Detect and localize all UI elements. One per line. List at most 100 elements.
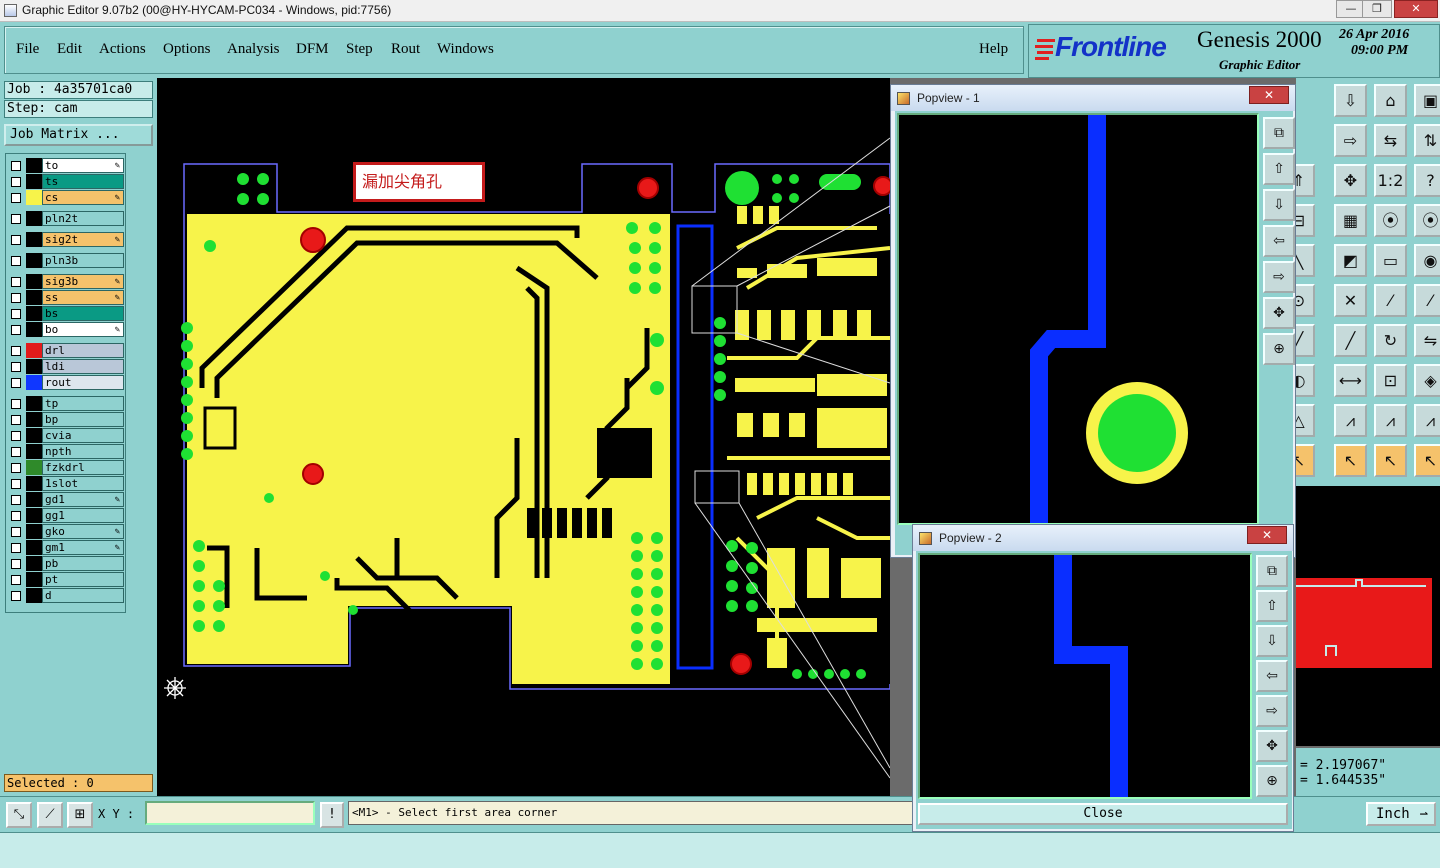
layer-row-ss[interactable]: ss ✎ — [8, 290, 124, 305]
tool-button-16-icon[interactable]: ⦿ — [1414, 204, 1440, 237]
tool-button-40-icon[interactable]: ↖ — [1414, 444, 1440, 477]
tool-button-11-icon[interactable]: 1:2 — [1374, 164, 1407, 197]
layer-checkbox[interactable] — [11, 325, 21, 335]
layer-name[interactable]: pln3b — [42, 253, 124, 268]
layer-row-1slot[interactable]: 1slot — [8, 476, 124, 491]
tool-button-24-icon[interactable]: ⁄ — [1414, 284, 1440, 317]
menu-rout[interactable]: Rout — [391, 41, 420, 58]
close-window-button[interactable]: ✕ — [1394, 0, 1438, 18]
popview-2-fit-icon[interactable]: ⧉ — [1256, 555, 1288, 587]
tool-button-14-icon[interactable]: ▦ — [1334, 204, 1367, 237]
layer-checkbox[interactable] — [11, 511, 21, 521]
layer-checkbox[interactable] — [11, 378, 21, 388]
popview-2-close-button[interactable]: Close — [918, 803, 1288, 825]
layer-name[interactable]: pln2t — [42, 211, 124, 226]
tool-button-19-icon[interactable]: ▭ — [1374, 244, 1407, 277]
popview-1-fit-icon[interactable]: ⧉ — [1263, 117, 1295, 149]
tool-button-8-icon[interactable]: ⇅ — [1414, 124, 1440, 157]
tool-button-30-icon[interactable]: ⟷ — [1334, 364, 1367, 397]
popview-2-viewport[interactable] — [918, 553, 1252, 799]
layer-name[interactable]: drl — [42, 343, 124, 358]
layer-row-gd1[interactable]: gd1 ✎ — [8, 492, 124, 507]
layer-checkbox[interactable] — [11, 256, 21, 266]
tool-button-35-icon[interactable]: ⩘ — [1374, 404, 1407, 437]
layer-name[interactable]: gm1 ✎ — [42, 540, 124, 555]
layer-name[interactable]: gd1 ✎ — [42, 492, 124, 507]
layer-row-tp[interactable]: tp — [8, 396, 124, 411]
tool-button-39-icon[interactable]: ↖ — [1374, 444, 1407, 477]
layer-row-bs[interactable]: bs — [8, 306, 124, 321]
layer-name[interactable]: fzkdrl — [42, 460, 124, 475]
menu-analysis[interactable]: Analysis — [227, 41, 280, 58]
layer-name[interactable]: bo ✎ — [42, 322, 124, 337]
measure-tool-icon[interactable]: ⟋ — [37, 802, 63, 828]
popview-1-close-icon[interactable]: ✕ — [1249, 86, 1289, 104]
tool-button-18-icon[interactable]: ◩ — [1334, 244, 1367, 277]
layer-name[interactable]: npth — [42, 444, 124, 459]
layer-row-to[interactable]: to ✎ — [8, 158, 124, 173]
popview-2-left-icon[interactable]: ⇦ — [1256, 660, 1288, 692]
layer-name[interactable]: ts — [42, 174, 124, 189]
popview-1-viewport[interactable] — [897, 113, 1259, 525]
layer-row-gm1[interactable]: gm1 ✎ — [8, 540, 124, 555]
menu-options[interactable]: Options — [163, 41, 211, 58]
popview-1-down-icon[interactable]: ⇩ — [1263, 189, 1295, 221]
popview-1-zoom-out-icon[interactable]: ⊕ — [1263, 333, 1295, 365]
layer-name[interactable]: 1slot — [42, 476, 124, 491]
layer-checkbox[interactable] — [11, 193, 21, 203]
layer-checkbox[interactable] — [11, 177, 21, 187]
layer-row-rout[interactable]: rout — [8, 375, 124, 390]
tool-button-31-icon[interactable]: ⊡ — [1374, 364, 1407, 397]
popview-2-zoom-in-icon[interactable]: ✥ — [1256, 730, 1288, 762]
layer-row-pln3b[interactable]: pln3b — [8, 253, 124, 268]
xy-input[interactable] — [145, 801, 315, 825]
layer-name[interactable]: ldi — [42, 359, 124, 374]
layer-name[interactable]: bp — [42, 412, 124, 427]
popview-2-zoom-out-icon[interactable]: ⊕ — [1256, 765, 1288, 797]
layer-name[interactable]: pb — [42, 556, 124, 571]
graphic-canvas[interactable]: 漏加尖角孔 — [157, 78, 893, 796]
popview-1-up-icon[interactable]: ⇧ — [1263, 153, 1295, 185]
layer-row-fzkdrl[interactable]: fzkdrl — [8, 460, 124, 475]
popview-1-right-icon[interactable]: ⇨ — [1263, 261, 1295, 293]
popview-1-zoom-in-icon[interactable]: ✥ — [1263, 297, 1295, 329]
layer-checkbox[interactable] — [11, 479, 21, 489]
popview-2-close-icon[interactable]: ✕ — [1247, 526, 1287, 544]
tool-button-28-icon[interactable]: ⇋ — [1414, 324, 1440, 357]
layer-checkbox[interactable] — [11, 415, 21, 425]
popview-2-down-icon[interactable]: ⇩ — [1256, 625, 1288, 657]
layer-name[interactable]: gko ✎ — [42, 524, 124, 539]
layer-name[interactable]: bs — [42, 306, 124, 321]
grid-tool-icon[interactable]: ⊞ — [67, 802, 93, 828]
layer-checkbox[interactable] — [11, 362, 21, 372]
job-matrix-button[interactable]: Job Matrix ... — [4, 124, 153, 146]
layer-name[interactable]: d — [42, 588, 124, 603]
layer-name[interactable]: cvia — [42, 428, 124, 443]
layer-name[interactable]: cs ✎ — [42, 190, 124, 205]
layer-checkbox[interactable] — [11, 214, 21, 224]
layer-row-cvia[interactable]: cvia — [8, 428, 124, 443]
layer-name[interactable]: rout — [42, 375, 124, 390]
layer-name[interactable]: ss ✎ — [42, 290, 124, 305]
menu-help[interactable]: Help — [979, 41, 1008, 58]
layer-row-npth[interactable]: npth — [8, 444, 124, 459]
popview-1-left-icon[interactable]: ⇦ — [1263, 225, 1295, 257]
layer-checkbox[interactable] — [11, 277, 21, 287]
layer-name[interactable]: tp — [42, 396, 124, 411]
tool-button-2-icon[interactable]: ⇩ — [1334, 84, 1367, 117]
layer-row-cs[interactable]: cs ✎ — [8, 190, 124, 205]
tool-button-26-icon[interactable]: ╱ — [1334, 324, 1367, 357]
layer-row-pb[interactable]: pb — [8, 556, 124, 571]
layer-row-gg1[interactable]: gg1 — [8, 508, 124, 523]
tool-button-27-icon[interactable]: ↻ — [1374, 324, 1407, 357]
layer-checkbox[interactable] — [11, 447, 21, 457]
layer-row-ldi[interactable]: ldi — [8, 359, 124, 374]
layer-row-ts[interactable]: ts — [8, 174, 124, 189]
layer-name[interactable]: gg1 — [42, 508, 124, 523]
popview-2-up-icon[interactable]: ⇧ — [1256, 590, 1288, 622]
menu-dfm[interactable]: DFM — [296, 41, 329, 58]
layer-checkbox[interactable] — [11, 161, 21, 171]
tool-button-23-icon[interactable]: ⁄ — [1374, 284, 1407, 317]
tool-button-15-icon[interactable]: ⦿ — [1374, 204, 1407, 237]
menu-file[interactable]: File — [16, 41, 39, 58]
